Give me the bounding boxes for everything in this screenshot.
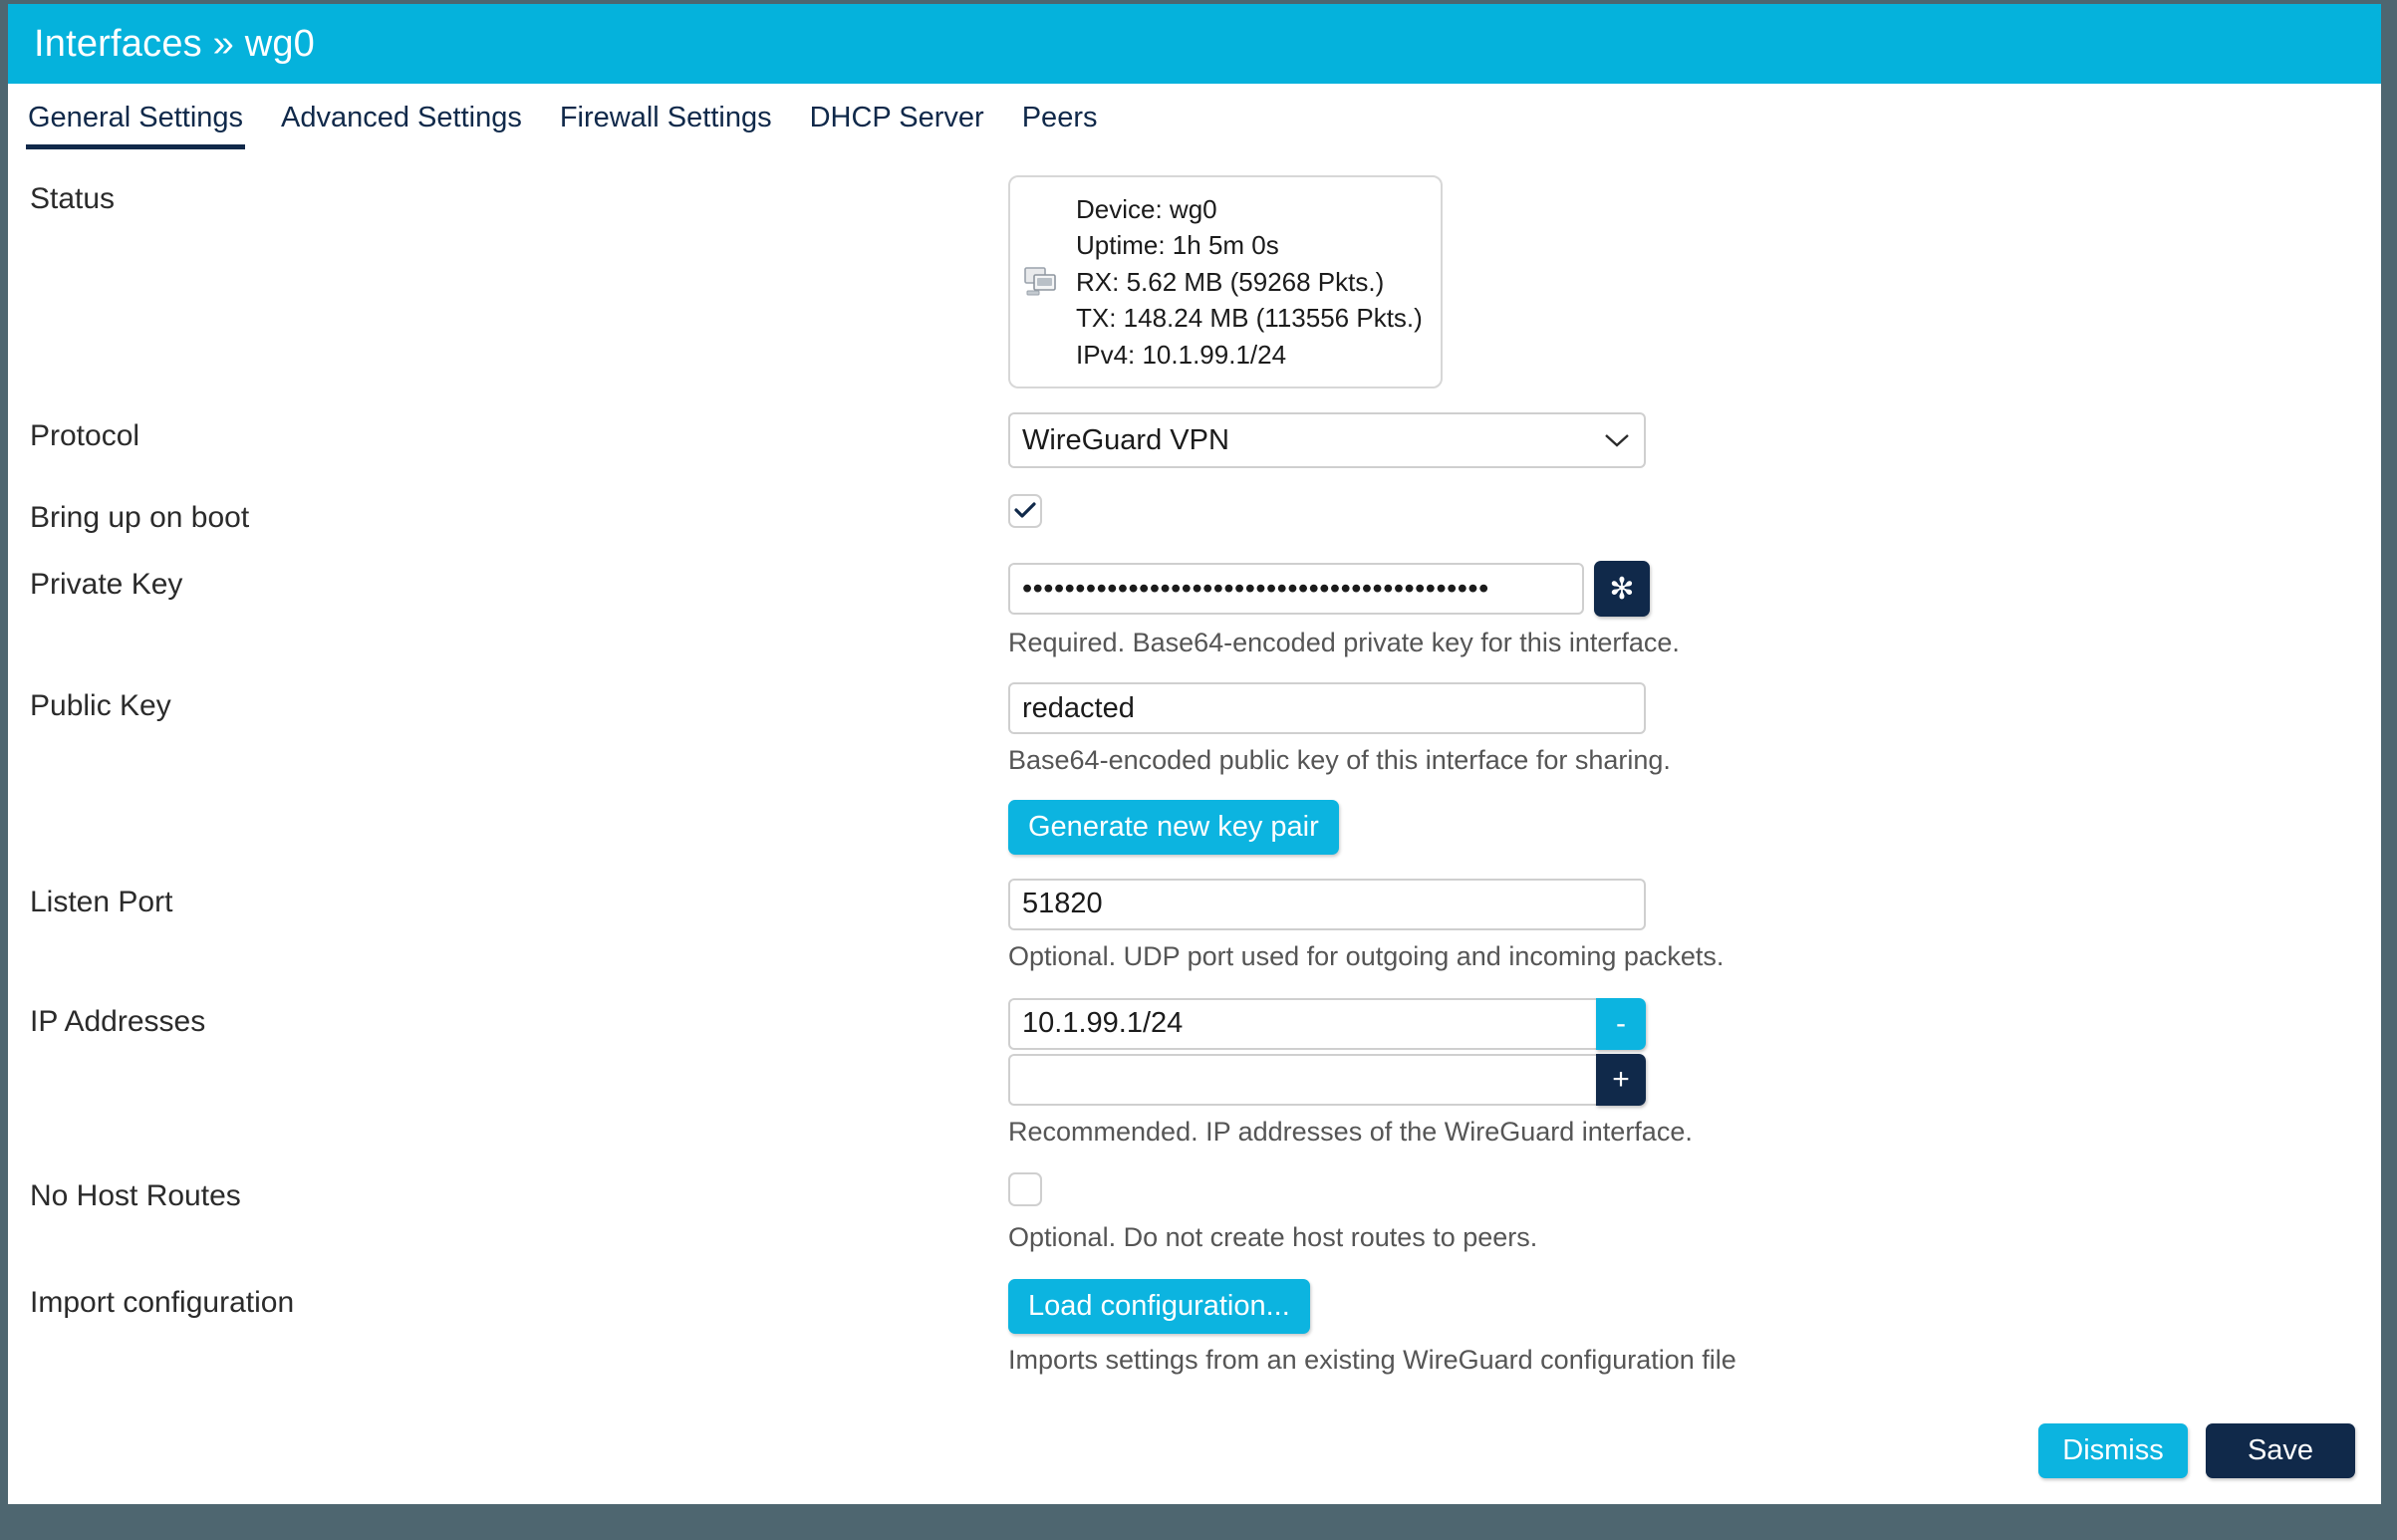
private-key-input[interactable] <box>1008 563 1584 615</box>
tab-label: Peers <box>1022 102 1098 133</box>
status-ipv4: IPv4: 10.1.99.1/24 <box>1076 337 1423 373</box>
no-host-routes-checkbox[interactable] <box>1008 1172 1042 1206</box>
dialog-footer: Dismiss Save <box>8 1423 2381 1504</box>
generate-new-key-pair-button[interactable]: Generate new key pair <box>1008 800 1339 855</box>
generate-key-pair-spacer <box>30 800 1008 806</box>
protocol-label: Protocol <box>30 412 1008 453</box>
tab-peers[interactable]: Peers <box>1020 98 1100 149</box>
tab-label: Firewall Settings <box>560 102 772 133</box>
ip-address-input-2[interactable] <box>1008 1054 1596 1106</box>
interface-config-window: Interfaces » wg0 General Settings Advanc… <box>8 4 2381 1504</box>
form-row-status: Status Device: wg0 Uptime: 1h 5m 0s RX: … <box>8 175 2381 388</box>
form-row-bring-up-on-boot: Bring up on boot <box>8 494 2381 535</box>
form-row-no-host-routes: No Host Routes Optional. Do not create h… <box>8 1172 2381 1255</box>
form-row-public-key: Public Key Base64-encoded public key of … <box>8 682 2381 778</box>
tab-general-settings[interactable]: General Settings <box>26 98 245 149</box>
form-row-ip-addresses: IP Addresses - + Recommended. IP address… <box>8 998 2381 1150</box>
load-configuration-button[interactable]: Load configuration... <box>1008 1279 1310 1334</box>
import-configuration-hint: Imports settings from an existing WireGu… <box>1008 1344 2359 1378</box>
dismiss-label: Dismiss <box>2062 1434 2164 1467</box>
listen-port-hint: Optional. UDP port used for outgoing and… <box>1008 940 2359 974</box>
listen-port-input[interactable] <box>1008 879 1646 930</box>
plus-icon: + <box>1612 1063 1630 1097</box>
tab-label: Advanced Settings <box>281 102 522 133</box>
private-key-label: Private Key <box>30 561 1008 602</box>
form-row-listen-port: Listen Port Optional. UDP port used for … <box>8 879 2381 974</box>
bring-up-on-boot-checkbox[interactable] <box>1008 494 1042 528</box>
form-row-generate-key-pair: Generate new key pair <box>8 800 2381 855</box>
status-rx: RX: 5.62 MB (59268 Pkts.) <box>1076 264 1423 300</box>
ip-address-input-1[interactable] <box>1008 998 1596 1050</box>
tab-label: General Settings <box>28 102 243 133</box>
ip-address-entry-row: + <box>1008 1054 2359 1106</box>
bring-up-on-boot-label: Bring up on boot <box>30 494 1008 535</box>
status-uptime: Uptime: 1h 5m 0s <box>1076 227 1423 263</box>
import-configuration-label: Import configuration <box>30 1279 1008 1320</box>
minus-icon: - <box>1616 1007 1626 1041</box>
save-button[interactable]: Save <box>2206 1423 2355 1478</box>
status-label: Status <box>30 175 1008 216</box>
tab-bar: General Settings Advanced Settings Firew… <box>8 84 2381 149</box>
form-row-private-key: Private Key ✻ Required. Base64-encoded p… <box>8 561 2381 660</box>
tab-advanced-settings[interactable]: Advanced Settings <box>279 98 524 149</box>
add-ip-address-button[interactable]: + <box>1596 1054 1646 1106</box>
status-lines: Device: wg0 Uptime: 1h 5m 0s RX: 5.62 MB… <box>1076 191 1423 373</box>
tab-firewall-settings[interactable]: Firewall Settings <box>558 98 774 149</box>
tab-dhcp-server[interactable]: DHCP Server <box>808 98 986 149</box>
form-row-import-configuration: Import configuration Load configuration.… <box>8 1279 2381 1378</box>
save-label: Save <box>2248 1434 2313 1467</box>
window-titlebar: Interfaces » wg0 <box>8 4 2381 84</box>
network-device-icon <box>1024 267 1058 297</box>
status-device: Device: wg0 <box>1076 191 1423 227</box>
ip-address-entry-row: - <box>1008 998 2359 1050</box>
ip-addresses-hint: Recommended. IP addresses of the WireGua… <box>1008 1116 2359 1150</box>
tab-label: DHCP Server <box>810 102 984 133</box>
check-icon <box>1014 502 1036 520</box>
public-key-label: Public Key <box>30 682 1008 723</box>
protocol-select[interactable]: WireGuard VPN <box>1008 412 1646 468</box>
dismiss-button[interactable]: Dismiss <box>2038 1423 2188 1478</box>
listen-port-label: Listen Port <box>30 879 1008 919</box>
status-tx: TX: 148.24 MB (113556 Pkts.) <box>1076 300 1423 336</box>
reveal-private-key-button[interactable]: ✻ <box>1594 561 1650 617</box>
ip-addresses-label: IP Addresses <box>30 998 1008 1039</box>
no-host-routes-hint: Optional. Do not create host routes to p… <box>1008 1221 2359 1255</box>
generate-key-pair-label: Generate new key pair <box>1028 811 1319 844</box>
asterisk-icon: ✻ <box>1609 572 1634 607</box>
remove-ip-address-button[interactable]: - <box>1596 998 1646 1050</box>
form-row-protocol: Protocol WireGuard VPN <box>8 412 2381 468</box>
no-host-routes-label: No Host Routes <box>30 1172 1008 1213</box>
private-key-hint: Required. Base64-encoded private key for… <box>1008 627 2359 660</box>
public-key-input[interactable] <box>1008 682 1646 734</box>
page-title: Interfaces » wg0 <box>34 23 315 66</box>
general-settings-form: Status Device: wg0 Uptime: 1h 5m 0s RX: … <box>8 149 2381 1423</box>
load-configuration-label: Load configuration... <box>1028 1290 1290 1323</box>
status-box: Device: wg0 Uptime: 1h 5m 0s RX: 5.62 MB… <box>1008 175 1443 388</box>
public-key-hint: Base64-encoded public key of this interf… <box>1008 744 2359 778</box>
